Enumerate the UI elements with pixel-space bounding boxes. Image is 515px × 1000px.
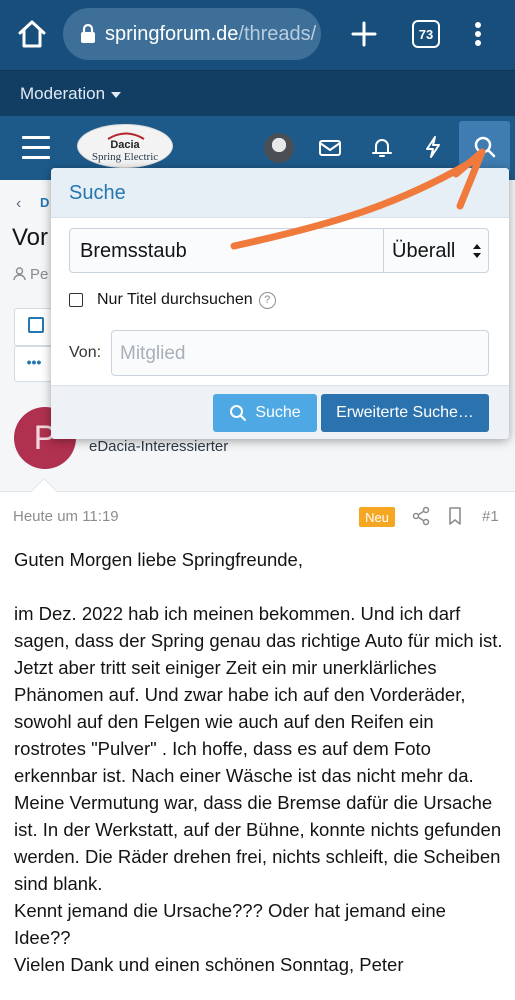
post-greeting: Guten Morgen liebe Springfreunde,: [14, 549, 303, 570]
url-text: springforum.de/threads/: [105, 22, 317, 45]
title-only-label: Nur Titel durchsuchen: [97, 291, 253, 308]
logo-line2: Spring Electric: [91, 151, 159, 163]
search-toggle-button[interactable]: [459, 121, 510, 173]
search-icon: [474, 136, 496, 158]
menu-icon[interactable]: [22, 136, 50, 160]
post-body: Guten Morgen liebe Springfreunde, im Dez…: [14, 546, 504, 978]
search-query-text: Bremsstaub: [80, 240, 187, 262]
post-number[interactable]: #1: [482, 508, 499, 525]
from-label: Von:: [69, 344, 102, 361]
search-submit-label: Suche: [255, 404, 301, 421]
post-date[interactable]: Heute um 11:19: [13, 508, 119, 525]
more-icon[interactable]: [466, 16, 490, 52]
search-popup-title: Suche: [69, 182, 126, 204]
search-icon: [230, 405, 247, 421]
plus-icon[interactable]: [346, 16, 382, 52]
search-popup-header: Suche: [51, 168, 509, 218]
search-popup-footer: Suche Erweiterte Suche…: [51, 385, 509, 439]
moderation-bar[interactable]: Moderation: [0, 70, 515, 116]
thread-meta: Pe: [12, 266, 48, 283]
logo-line1: Dacia: [110, 139, 140, 151]
home-icon[interactable]: [14, 16, 50, 52]
moderation-label: Moderation: [20, 83, 106, 103]
address-bar[interactable]: springforum.de/threads/: [63, 8, 321, 60]
browser-toolbar: springforum.de/threads/ 73: [0, 0, 515, 70]
tabs-icon[interactable]: 73: [412, 20, 440, 48]
search-popup: Suche Bremsstaub Überall Nur Titel durch…: [51, 168, 509, 439]
user-icon: [13, 267, 26, 281]
bolt-icon[interactable]: [420, 134, 446, 160]
share-icon[interactable]: [411, 506, 431, 526]
member-placeholder: Mitglied: [120, 343, 186, 364]
search-input[interactable]: Bremsstaub Überall: [69, 228, 489, 273]
search-submit-button[interactable]: Suche: [213, 394, 317, 432]
advanced-search-button[interactable]: Erweiterte Suche…: [321, 394, 489, 432]
lock-icon: [81, 24, 95, 43]
chevron-down-icon: [111, 91, 122, 98]
new-badge: Neu: [359, 507, 395, 527]
post-question: Kennt jemand die Ursache??? Oder hat jem…: [14, 900, 446, 948]
mail-icon[interactable]: [317, 135, 343, 161]
site-logo[interactable]: Dacia Spring Electric: [77, 124, 173, 168]
post-paragraph: im Dez. 2022 hab ich meinen bekommen. Un…: [14, 603, 503, 894]
breadcrumb-back-icon[interactable]: ‹: [16, 195, 21, 213]
breadcrumb[interactable]: D: [40, 195, 49, 210]
title-only-option[interactable]: Nur Titel durchsuchen ?: [69, 291, 276, 309]
search-scope-value: Überall: [392, 240, 456, 262]
user-title: eDacia-Interessierter: [89, 438, 229, 455]
bookmark-icon[interactable]: [446, 506, 464, 526]
member-input[interactable]: Mitglied: [111, 330, 489, 376]
search-scope-select[interactable]: Überall: [383, 229, 489, 272]
avatar[interactable]: [264, 133, 294, 163]
bell-icon[interactable]: [369, 134, 395, 160]
thread-title: Vor: [12, 224, 49, 251]
title-only-checkbox[interactable]: [69, 293, 83, 307]
post-closing: Vielen Dank und einen schönen Sonntag, P…: [14, 954, 404, 975]
select-arrows-icon: [473, 244, 481, 258]
help-icon[interactable]: ?: [258, 291, 276, 309]
checkbox-icon: [28, 317, 44, 333]
more-actions-button[interactable]: •••: [14, 346, 54, 382]
